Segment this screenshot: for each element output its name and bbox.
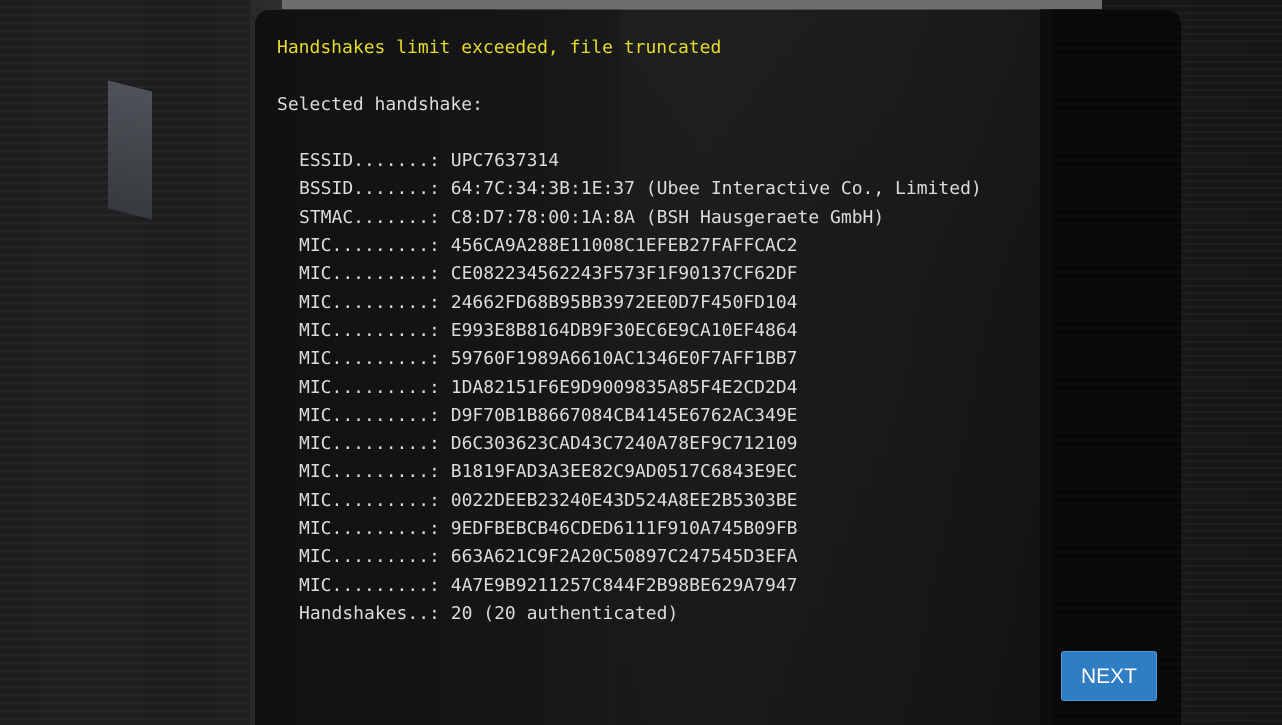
detail-row: MIC.........: CE082234562243F573F1F90137… [277, 260, 1159, 288]
detail-value: 24662FD68B95BB3972EE0D7F450FD104 [450, 291, 798, 313]
detail-label: ESSID.......: [299, 150, 440, 172]
detail-label: MIC.........: [299, 291, 440, 313]
detail-value: 20 (20 authenticated) [450, 602, 679, 624]
detail-value: D9F70B1B8667084CB4145E6762AC349E [450, 404, 798, 426]
detail-row: MIC.........: 4A7E9B9211257C844F2B98BE62… [277, 572, 1159, 600]
detail-row: MIC.........: B1819FAD3A3EE82C9AD0517C68… [277, 458, 1159, 486]
detail-label: MIC.........: [299, 263, 440, 285]
detail-label: MIC.........: [299, 319, 440, 341]
detail-value: C8:D7:78:00:1A:8A (BSH Hausgeraete GmbH) [450, 206, 885, 228]
detail-row: MIC.........: D6C303623CAD43C7240A78EF9C… [277, 430, 1159, 458]
detail-value: 0022DEEB23240E43D524A8EE2B5303BE [450, 489, 798, 511]
detail-value: UPC7637314 [450, 150, 560, 172]
terminal-output-panel: Handshakes limit exceeded, file truncate… [255, 10, 1181, 725]
detail-label: STMAC.......: [299, 206, 440, 228]
detail-value: 59760F1989A6610AC1346E0F7AFF1BB7 [450, 348, 798, 370]
detail-label: MIC.........: [299, 518, 440, 540]
next-button[interactable]: NEXT [1061, 651, 1157, 701]
detail-row: MIC.........: 9EDFBEBCB46CDED6111F910A74… [277, 515, 1159, 543]
detail-value: 64:7C:34:3B:1E:37 (Ubee Interactive Co.,… [450, 178, 982, 200]
detail-row: BSSID.......: 64:7C:34:3B:1E:37 (Ubee In… [277, 175, 1159, 203]
detail-value: 456CA9A288E11008C1EFEB27FAFFCAC2 [450, 235, 798, 257]
detail-value: 9EDFBEBCB46CDED6111F910A745B09FB [450, 518, 798, 540]
detail-label: MIC.........: [299, 489, 440, 511]
detail-label: MIC.........: [299, 404, 440, 426]
detail-row: MIC.........: D9F70B1B8667084CB4145E6762… [277, 402, 1159, 430]
detail-value: E993E8B8164DB9F30EC6E9CA10EF4864 [450, 319, 798, 341]
detail-row: ESSID.......: UPC7637314 [277, 147, 1159, 175]
detail-label: Handshakes..: [299, 602, 440, 624]
background-rack-panel [108, 80, 152, 220]
detail-value: 1DA82151F6E9D9009835A85F4E2CD2D4 [450, 376, 798, 398]
detail-row: MIC.........: 24662FD68B95BB3972EE0D7F45… [277, 289, 1159, 317]
detail-label: MIC.........: [299, 574, 440, 596]
detail-row: MIC.........: 663A621C9F2A20C50897C24754… [277, 543, 1159, 571]
detail-value: CE082234562243F573F1F90137CF62DF [450, 263, 798, 285]
detail-label: MIC.........: [299, 546, 440, 568]
detail-row: STMAC.......: C8:D7:78:00:1A:8A (BSH Hau… [277, 204, 1159, 232]
detail-value: B1819FAD3A3EE82C9AD0517C6843E9EC [450, 461, 798, 483]
warning-message: Handshakes limit exceeded, file truncate… [277, 37, 722, 58]
detail-label: MIC.........: [299, 235, 440, 257]
detail-label: MIC.........: [299, 376, 440, 398]
detail-value: 4A7E9B9211257C844F2B98BE629A7947 [450, 574, 798, 596]
handshake-details: ESSID.......: UPC7637314 BSSID.......: 64… [277, 147, 1159, 628]
detail-row: MIC.........: 456CA9A288E11008C1EFEB27FA… [277, 232, 1159, 260]
detail-row: MIC.........: 59760F1989A6610AC1346E0F7A… [277, 345, 1159, 373]
detail-label: BSSID.......: [299, 178, 440, 200]
detail-row: MIC.........: 1DA82151F6E9D9009835A85F4E… [277, 374, 1159, 402]
detail-label: MIC.........: [299, 348, 440, 370]
detail-label: MIC.........: [299, 461, 440, 483]
selected-handshake-heading: Selected handshake: [277, 93, 483, 115]
background-top-strip [282, 0, 1102, 9]
detail-row: MIC.........: E993E8B8164DB9F30EC6E9CA10… [277, 317, 1159, 345]
detail-row: Handshakes..: 20 (20 authenticated) [277, 600, 1159, 628]
detail-value: D6C303623CAD43C7240A78EF9C712109 [450, 433, 798, 455]
detail-label: MIC.........: [299, 433, 440, 455]
detail-row: MIC.........: 0022DEEB23240E43D524A8EE2B… [277, 487, 1159, 515]
detail-value: 663A621C9F2A20C50897C247545D3EFA [450, 546, 798, 568]
